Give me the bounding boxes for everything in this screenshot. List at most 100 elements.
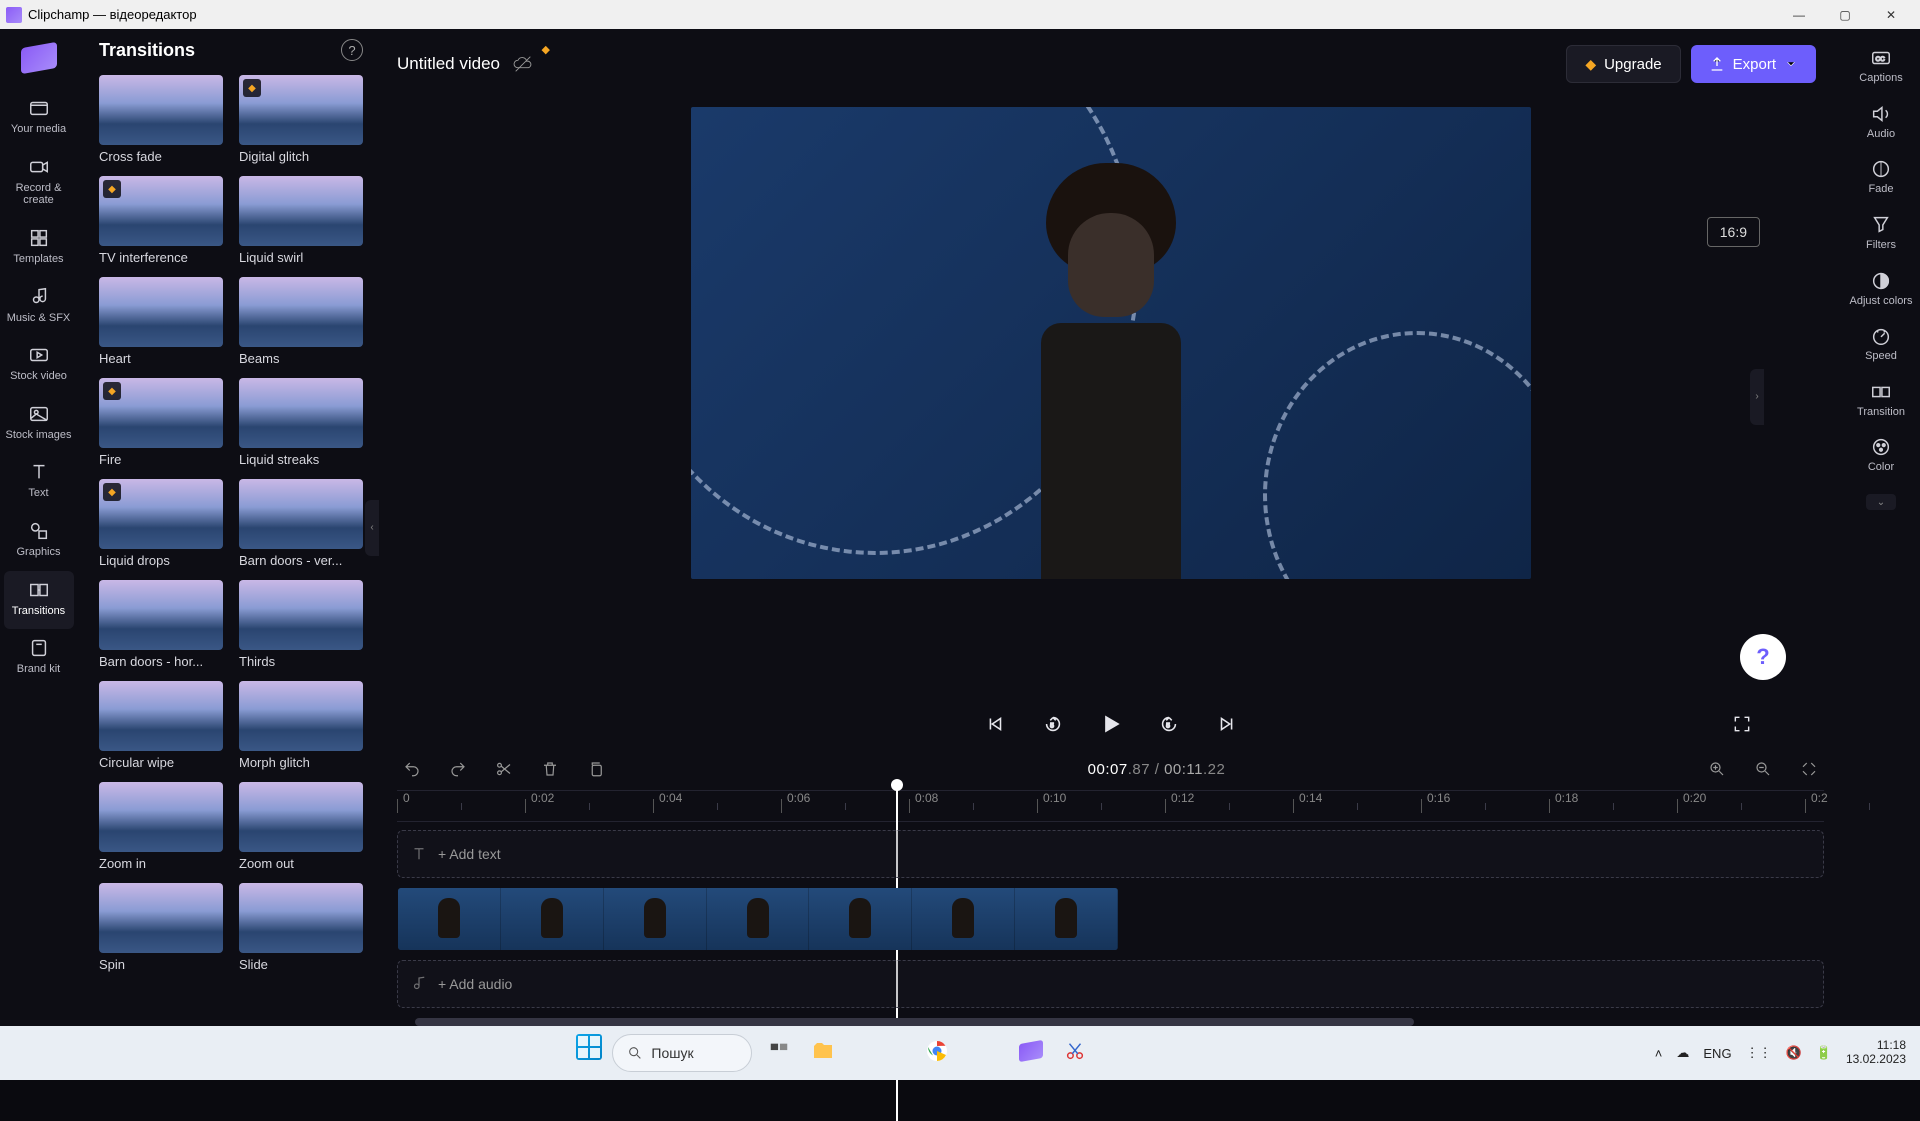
- undo-button[interactable]: [401, 758, 423, 780]
- help-fab[interactable]: ?: [1740, 634, 1786, 680]
- start-button[interactable]: [576, 1034, 602, 1060]
- property-color[interactable]: Color: [1846, 428, 1916, 484]
- project-title[interactable]: Untitled video: [397, 54, 500, 74]
- forward-5-button[interactable]: 5: [1155, 710, 1183, 738]
- transition-item[interactable]: Spin: [99, 883, 223, 972]
- transition-item[interactable]: Heart: [99, 277, 223, 366]
- audio-track[interactable]: + Add audio: [397, 960, 1824, 1008]
- file-explorer-button[interactable]: [806, 1034, 840, 1068]
- property-speed[interactable]: Speed: [1846, 317, 1916, 373]
- panel-title: Transitions: [99, 40, 195, 61]
- property-fade[interactable]: Fade: [1846, 150, 1916, 206]
- export-button[interactable]: Export: [1691, 45, 1816, 83]
- fullscreen-button[interactable]: [1728, 710, 1756, 738]
- transition-item[interactable]: Liquid swirl: [239, 176, 363, 265]
- rail-item-record[interactable]: Record & create: [4, 148, 74, 219]
- transition-item[interactable]: ◆Digital glitch: [239, 75, 363, 164]
- rail-item-templates[interactable]: Templates: [4, 219, 74, 278]
- panel-collapse-button[interactable]: ‹: [365, 500, 379, 556]
- delete-button[interactable]: [539, 758, 561, 780]
- zoom-out-button[interactable]: [1752, 758, 1774, 780]
- left-nav-rail: Your mediaRecord & createTemplatesMusic …: [0, 29, 77, 1026]
- task-view-button[interactable]: [762, 1034, 796, 1068]
- rail-item-text[interactable]: Text: [4, 453, 74, 512]
- rail-item-brandkit[interactable]: Brand kit: [4, 629, 74, 688]
- rail-item-stock-video[interactable]: Stock video: [4, 336, 74, 395]
- svg-text:5: 5: [1050, 723, 1054, 730]
- rail-item-stock-images[interactable]: Stock images: [4, 395, 74, 454]
- transitions-panel: Transitions ? Cross fade◆Digital glitch◆…: [77, 29, 379, 1026]
- seek-start-button[interactable]: [981, 710, 1009, 738]
- playback-controls: 5 5: [379, 700, 1842, 748]
- aspect-ratio-badge[interactable]: 16:9: [1707, 217, 1760, 247]
- taskbar-search[interactable]: Пошук: [612, 1034, 752, 1072]
- rail-item-your-media[interactable]: Your media: [4, 89, 74, 148]
- maximize-button[interactable]: ▢: [1822, 0, 1868, 29]
- transition-item[interactable]: ◆Fire: [99, 378, 223, 467]
- language-indicator[interactable]: ENG: [1703, 1046, 1731, 1061]
- transition-item[interactable]: Circular wipe: [99, 681, 223, 770]
- titlebar: Clipchamp — відеоредактор — ▢ ✕: [0, 0, 1920, 29]
- duplicate-button[interactable]: [585, 758, 607, 780]
- premium-badge: ◆: [103, 180, 121, 198]
- transition-item[interactable]: Zoom in: [99, 782, 223, 871]
- property-filters[interactable]: Filters: [1846, 206, 1916, 262]
- timeline-ruler[interactable]: 00:020:040:060:080:100:120:140:160:180:2…: [397, 790, 1824, 822]
- clipchamp-logo[interactable]: [21, 42, 57, 74]
- timecode: 00:07.87 / 00:11.22: [1088, 761, 1226, 778]
- minimize-button[interactable]: —: [1776, 0, 1822, 29]
- transition-item[interactable]: Zoom out: [239, 782, 363, 871]
- timeline-toolbar: 00:07.87 / 00:11.22: [379, 748, 1842, 790]
- zoom-fit-button[interactable]: [1798, 758, 1820, 780]
- transition-item[interactable]: Cross fade: [99, 75, 223, 164]
- property-audio[interactable]: Audio: [1846, 95, 1916, 151]
- rail-item-transitions[interactable]: Transitions: [4, 571, 74, 630]
- transition-item[interactable]: ◆Liquid drops: [99, 479, 223, 568]
- premium-badge: ◆: [103, 483, 121, 501]
- battery-icon[interactable]: 🔋: [1816, 1045, 1832, 1061]
- text-track[interactable]: + Add text: [397, 830, 1824, 878]
- video-track[interactable]: [397, 888, 1824, 950]
- upgrade-button[interactable]: ◆ Upgrade: [1566, 45, 1680, 83]
- rail-item-music[interactable]: Music & SFX: [4, 278, 74, 337]
- tray-chevron-icon[interactable]: ˄: [1655, 1046, 1663, 1061]
- transition-item[interactable]: Morph glitch: [239, 681, 363, 770]
- redo-button[interactable]: [447, 758, 469, 780]
- right-panel-collapse[interactable]: ›: [1750, 369, 1764, 425]
- play-button[interactable]: [1097, 710, 1125, 738]
- onedrive-icon[interactable]: ☁: [1676, 1045, 1689, 1061]
- timeline-scrollbar[interactable]: [415, 1018, 1414, 1026]
- rail-item-graphics[interactable]: Graphics: [4, 512, 74, 571]
- zoom-in-button[interactable]: [1706, 758, 1728, 780]
- windows-taskbar: Пошук ˄ ☁ ENG ⋮⋮ 🔇 🔋 11:18 13.02.2023: [0, 1026, 1920, 1080]
- cloud-sync-off-icon[interactable]: ◆: [512, 53, 534, 75]
- help-icon[interactable]: ?: [341, 39, 363, 61]
- transition-item[interactable]: Slide: [239, 883, 363, 972]
- transition-item[interactable]: Barn doors - hor...: [99, 580, 223, 669]
- close-button[interactable]: ✕: [1868, 0, 1914, 29]
- wifi-icon[interactable]: ⋮⋮: [1746, 1045, 1772, 1061]
- clock[interactable]: 11:18 13.02.2023: [1846, 1039, 1906, 1067]
- transition-item[interactable]: Thirds: [239, 580, 363, 669]
- transition-item[interactable]: Barn doors - ver...: [239, 479, 363, 568]
- video-preview[interactable]: [691, 107, 1531, 579]
- app-icon: [6, 7, 22, 23]
- rewind-5-button[interactable]: 5: [1039, 710, 1067, 738]
- property-transition[interactable]: Transition: [1846, 373, 1916, 429]
- transition-item[interactable]: Liquid streaks: [239, 378, 363, 467]
- seek-end-button[interactable]: [1213, 710, 1241, 738]
- split-button[interactable]: [493, 758, 515, 780]
- expand-rail-button[interactable]: ⌄: [1866, 494, 1896, 510]
- clipchamp-taskbar-button[interactable]: [1014, 1034, 1048, 1068]
- gem-icon: ◆: [542, 43, 550, 56]
- music-icon: [410, 975, 428, 993]
- text-icon: [410, 845, 428, 863]
- property-adjust[interactable]: Adjust colors: [1846, 262, 1916, 318]
- transition-item[interactable]: ◆TV interference: [99, 176, 223, 265]
- volume-icon[interactable]: 🔇: [1786, 1045, 1802, 1061]
- chrome-button[interactable]: [920, 1034, 954, 1068]
- snipping-tool-button[interactable]: [1058, 1034, 1092, 1068]
- video-clip[interactable]: [398, 888, 1118, 950]
- transition-item[interactable]: Beams: [239, 277, 363, 366]
- property-captions[interactable]: CCCaptions: [1846, 39, 1916, 95]
